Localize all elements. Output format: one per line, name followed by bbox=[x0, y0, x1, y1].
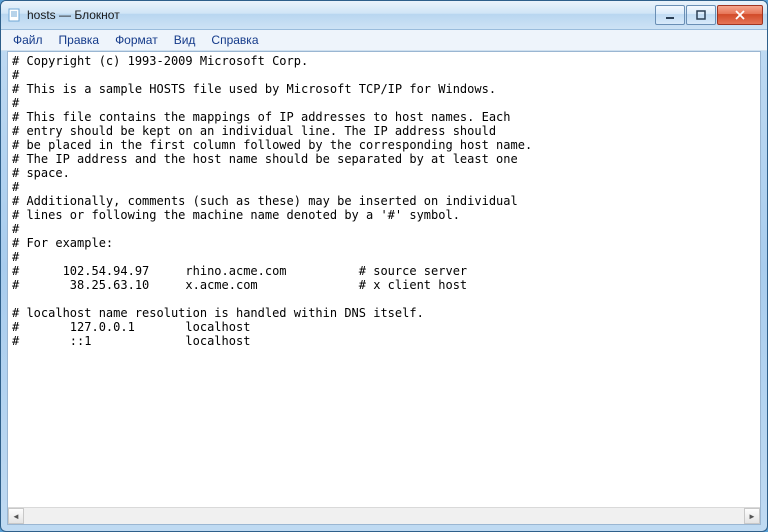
maximize-icon bbox=[696, 10, 706, 20]
menu-view[interactable]: Вид bbox=[166, 32, 204, 48]
scroll-right-button[interactable]: ► bbox=[744, 508, 760, 524]
client-area: # Copyright (c) 1993-2009 Microsoft Corp… bbox=[7, 51, 761, 525]
menu-format[interactable]: Формат bbox=[107, 32, 166, 48]
minimize-icon bbox=[665, 10, 675, 20]
close-icon bbox=[734, 10, 746, 20]
maximize-button[interactable] bbox=[686, 5, 716, 25]
minimize-button[interactable] bbox=[655, 5, 685, 25]
text-editor[interactable]: # Copyright (c) 1993-2009 Microsoft Corp… bbox=[8, 52, 760, 507]
menu-help[interactable]: Справка bbox=[203, 32, 266, 48]
horizontal-scrollbar[interactable]: ◄ ► bbox=[8, 507, 760, 524]
close-button[interactable] bbox=[717, 5, 763, 25]
menu-file[interactable]: Файл bbox=[5, 32, 51, 48]
scroll-left-button[interactable]: ◄ bbox=[8, 508, 24, 524]
menu-edit[interactable]: Правка bbox=[51, 32, 108, 48]
scroll-track[interactable] bbox=[24, 508, 744, 524]
menubar: Файл Правка Формат Вид Справка bbox=[1, 30, 767, 51]
notepad-icon bbox=[7, 7, 23, 23]
window-controls bbox=[655, 5, 763, 25]
notepad-window: hosts — Блокнот Файл Правка bbox=[0, 0, 768, 532]
titlebar[interactable]: hosts — Блокнот bbox=[1, 1, 767, 30]
window-title: hosts — Блокнот bbox=[27, 8, 120, 22]
